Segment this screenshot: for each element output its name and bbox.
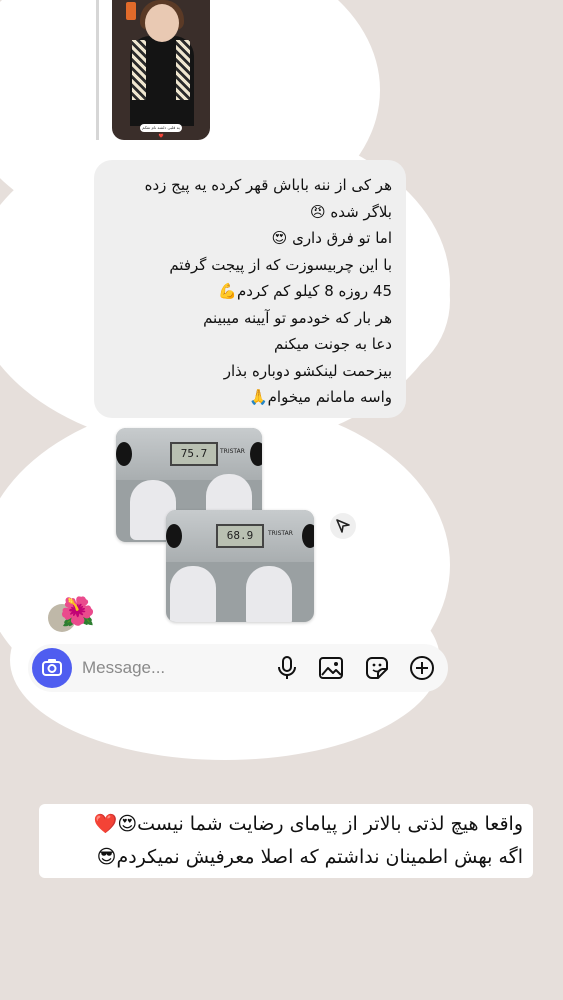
- microphone-button[interactable]: [273, 654, 301, 682]
- scale-display: 68.9: [216, 524, 264, 548]
- scale-brand: TRISTAR: [268, 530, 293, 537]
- message-line: واسه مامانم میخوام🙏: [248, 388, 392, 406]
- gallery-button[interactable]: [317, 654, 345, 682]
- foot: [170, 566, 216, 622]
- story-caption: یه قلبی دلشه نام تفکم ❤️: [140, 124, 182, 138]
- caption-card: واقعا هیچ لذتی بالاتر از پیامای رضایت شم…: [39, 804, 533, 878]
- caption-line: اگه بهش اطمینان نداشتم که اصلا معرفیش نم…: [96, 846, 523, 868]
- foot: [246, 566, 292, 622]
- message-bubble: هر کی از ننه باباش قهر کرده یه پیج زده ب…: [94, 160, 406, 418]
- message-line: اما تو فرق داری 😍: [271, 229, 392, 247]
- microphone-icon: [278, 656, 296, 679]
- share-button[interactable]: [330, 513, 356, 539]
- scale-display: 75.7: [170, 442, 218, 466]
- sticker-button[interactable]: [363, 654, 391, 682]
- story-embroidery-left: [132, 40, 146, 100]
- scale-knob: [250, 442, 262, 466]
- story-face: [145, 4, 179, 42]
- message-line: با این چربیسوزت که از پیجت گرفتم: [169, 255, 392, 274]
- story-phone: [126, 2, 136, 20]
- reaction-emoji: 🌺: [60, 595, 95, 628]
- camera-icon: [42, 659, 62, 676]
- caption-line: واقعا هیچ لذتی بالاتر از پیامای رضایت شم…: [93, 813, 523, 835]
- scale-knob: [166, 524, 182, 548]
- message-line: هر بار که خودمو تو آیینه میبینم: [203, 308, 392, 327]
- scale-knob: [302, 524, 314, 548]
- camera-button[interactable]: [32, 648, 72, 688]
- message-input[interactable]: [82, 656, 262, 680]
- message-line: بیزحمت لینکشو دوباره بذار: [223, 361, 392, 380]
- story-embroidery-right: [176, 40, 190, 100]
- message-line: 45 روزه 8 کیلو کم کردم💪: [218, 282, 392, 300]
- scale-brand: TRISTAR: [220, 448, 245, 455]
- gallery-icon: [319, 657, 343, 679]
- message-line: دعا به جونت میکنم: [273, 335, 392, 353]
- send-icon: [336, 519, 350, 533]
- add-icon: [410, 656, 434, 680]
- sticker-icon: [366, 657, 388, 679]
- message-line: هر کی از ننه باباش قهر کرده یه پیج زده: [144, 176, 392, 194]
- add-button[interactable]: [408, 654, 436, 682]
- scale-knob: [116, 442, 132, 466]
- message-line: بلاگر شده 😠: [309, 202, 392, 221]
- reply-bar: [96, 0, 99, 140]
- story-preview[interactable]: یه قلبی دلشه نام تفکم ❤️: [112, 0, 210, 140]
- scale-photo-after[interactable]: 68.9 TRISTAR: [166, 510, 314, 622]
